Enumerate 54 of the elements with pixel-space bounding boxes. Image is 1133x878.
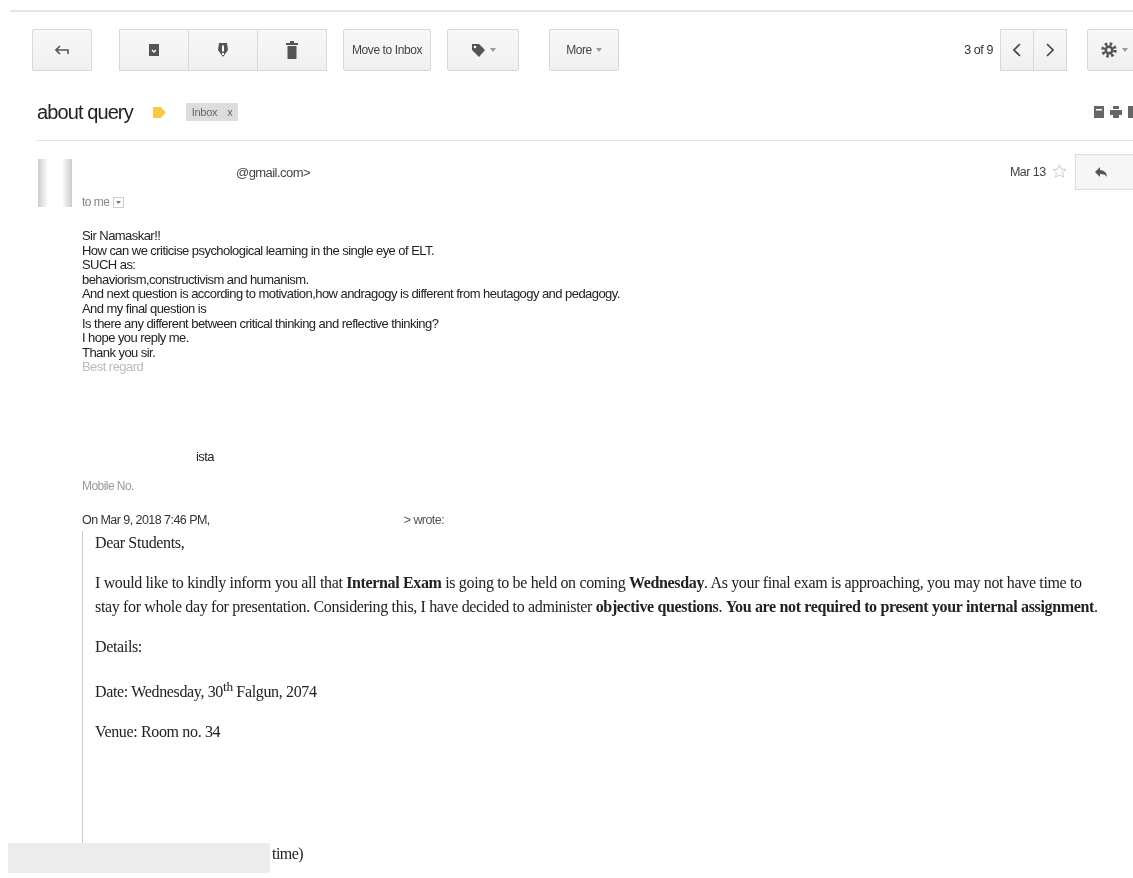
quoted-paragraph: Dear Students, xyxy=(95,533,186,553)
labels-button[interactable] xyxy=(447,29,519,71)
archive-button[interactable] xyxy=(119,29,189,71)
previous-button[interactable] xyxy=(1000,29,1034,71)
message-line: Best regard xyxy=(82,360,145,375)
trash-icon xyxy=(286,41,298,59)
quoted-paragraph: I would like to kindly inform you all that Internal Exam is going to be held on coming Wednesday. As your final exam is approaching, you may not have time to stay for whole day for presentation. Considering this, I have decided to administer objective questions. You are not required to present your internal assignment. xyxy=(95,573,1099,618)
settings-button[interactable] xyxy=(1087,29,1133,71)
tag-icon xyxy=(470,42,486,58)
next-button[interactable] xyxy=(1033,29,1067,71)
message-line: SUCH as: xyxy=(82,258,137,273)
message-line: Is there any different between critical thinking and reflective thinking? xyxy=(82,316,440,332)
message-line: Thank you sir. xyxy=(82,345,156,361)
message-date: Mar 13 xyxy=(1010,165,1046,179)
quote-header: On Mar 9, 2018 7:46 PM, xyxy=(82,513,210,527)
sender-avatar xyxy=(38,159,72,207)
quote-wrote: > wrote: xyxy=(403,513,445,527)
pagination-count: 3 of 9 xyxy=(964,43,993,57)
quoted-paragraph: Details: xyxy=(95,637,143,657)
settings-icon xyxy=(1100,41,1118,59)
caret-icon xyxy=(595,48,602,52)
quoted-paragraph: Date: Wednesday, 30$^{th}$ Falgun, 2074 xyxy=(95,678,318,703)
message-line: behaviorism,constructivism and humanism. xyxy=(82,272,310,288)
delete-button[interactable] xyxy=(257,29,327,71)
report-spam-button[interactable] xyxy=(188,29,258,71)
chevron-right-icon xyxy=(1046,43,1054,57)
message-line: I hope you reply me. xyxy=(82,331,190,346)
message-line: And my final question is xyxy=(82,301,207,317)
message-line: How can we criticise psychological learning in the single eye of ELT. xyxy=(82,243,435,259)
signature-name: ista xyxy=(196,449,215,464)
archive-icon xyxy=(1094,106,1104,118)
message-line: Sir Namaskar!! xyxy=(82,229,162,244)
remove-label-button[interactable]: x xyxy=(227,106,233,118)
exclamation-icon xyxy=(217,42,229,58)
email-subject: about query xyxy=(37,100,133,124)
recipient-label: to me xyxy=(82,195,110,209)
caret-icon xyxy=(489,48,496,52)
back-arrow-icon xyxy=(55,44,69,56)
inbox-label-chip[interactable]: Inbox x xyxy=(185,103,239,121)
print-icon xyxy=(1110,106,1122,118)
mobile-number-label: Mobile No. xyxy=(82,479,134,493)
archive-icon xyxy=(148,43,160,57)
details-dropdown[interactable] xyxy=(113,196,125,208)
more-button[interactable]: More xyxy=(549,29,619,71)
quoted-paragraph: time) xyxy=(272,845,304,863)
message-line: And next question is according to motivation,how andragogy is different from heutagogy and pedagogy. xyxy=(82,287,620,302)
caret-icon xyxy=(1122,48,1128,52)
reply-arrow-icon xyxy=(1094,166,1108,178)
quoted-paragraph: Venue: Room no. 34 xyxy=(95,722,222,743)
move-to-inbox-button[interactable]: Move to Inbox xyxy=(343,29,431,71)
sender-address: @gmail.com> xyxy=(236,165,310,180)
star-icon xyxy=(1052,164,1067,178)
caret-icon xyxy=(116,200,122,204)
chevron-left-icon xyxy=(1013,43,1021,57)
